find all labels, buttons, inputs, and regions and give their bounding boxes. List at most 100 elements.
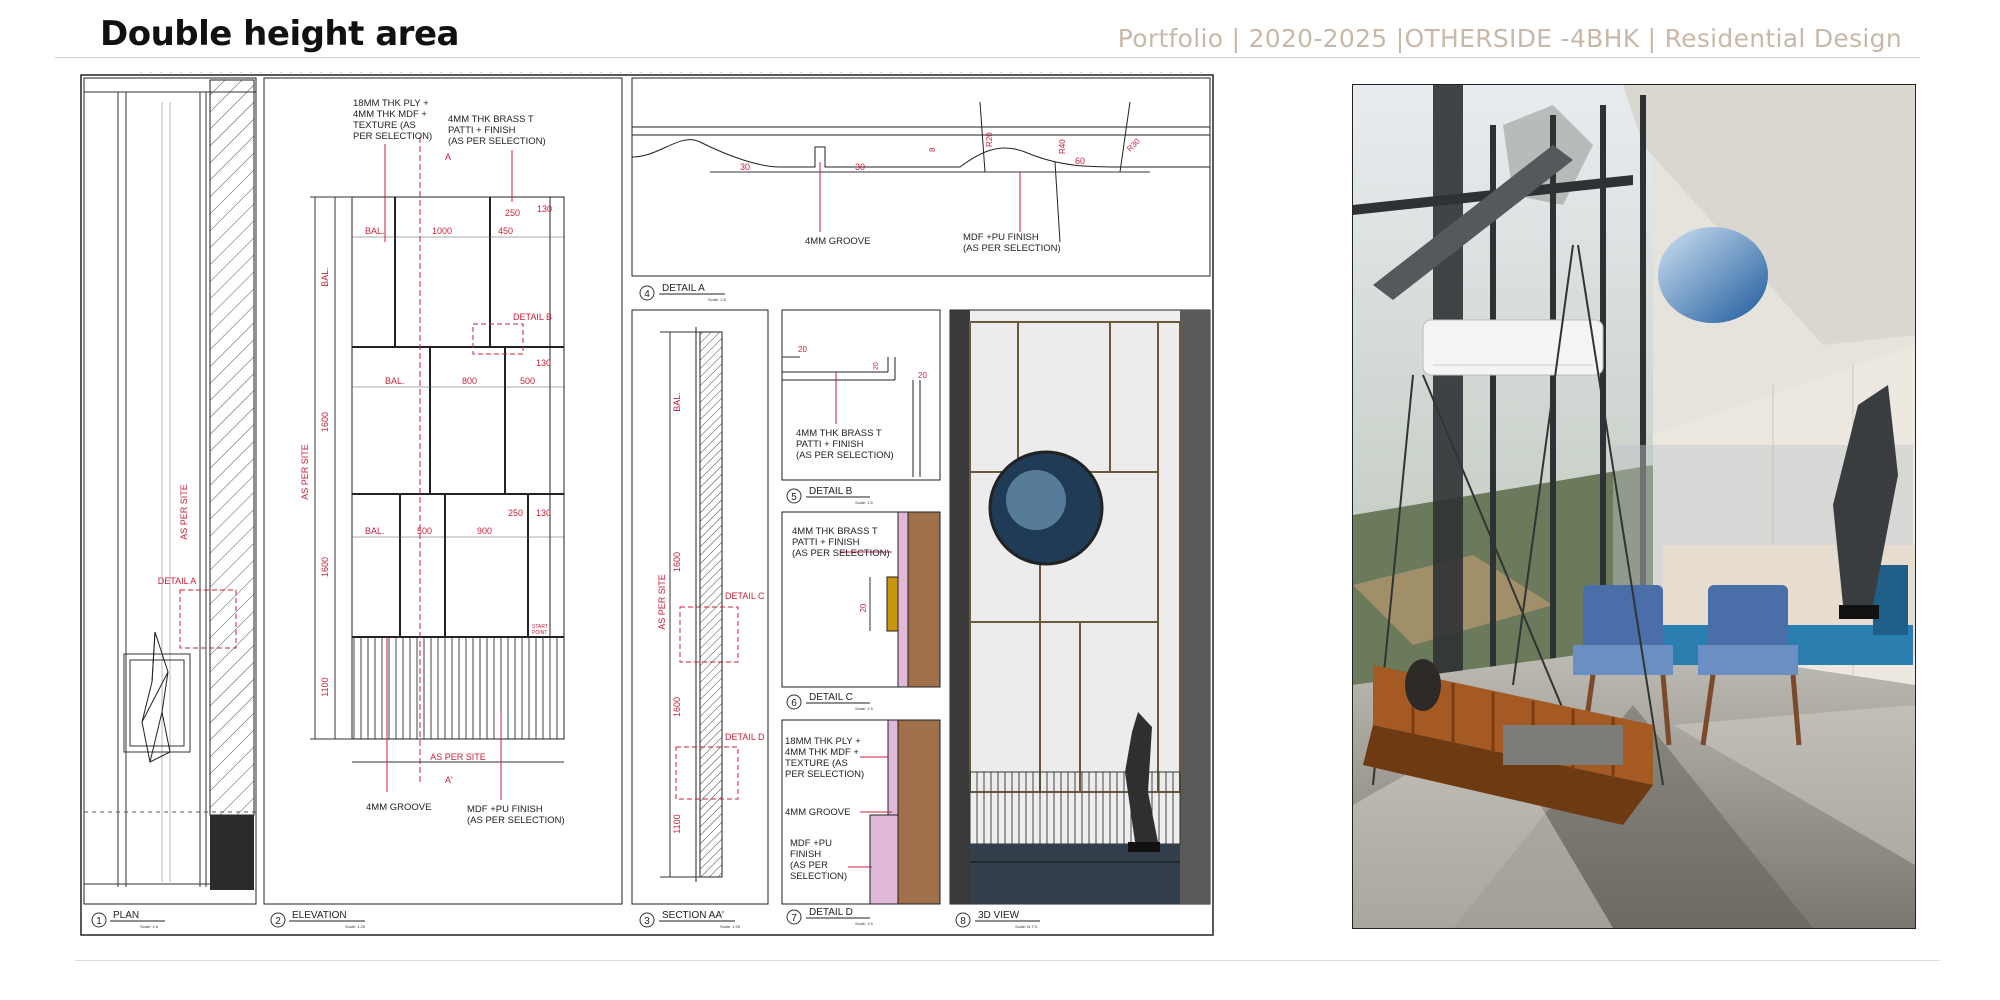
elevation-section-a2: A' xyxy=(445,775,453,785)
elev-dim-mid-0: BAL. xyxy=(385,376,405,386)
detail-d-groove: 4MM GROOVE xyxy=(785,807,850,818)
elev-dim-low-0: BAL. xyxy=(365,526,385,536)
page-subtitle: Portfolio | 2020-2025 |OTHERSIDE -4BHK |… xyxy=(1117,24,1902,53)
detail-a-number: 4 xyxy=(644,289,650,300)
section-height-2: 1600 xyxy=(672,697,682,717)
detail-d-mdf-1: MDF +PU xyxy=(790,838,832,849)
elev-dim-mid-1: 800 xyxy=(462,376,477,386)
detail-c-note-3: (AS PER SELECTION) xyxy=(792,548,890,559)
elevation-ply-note-2: 4MM THK MDF + xyxy=(353,109,427,120)
section-as-per-site: AS PER SITE xyxy=(657,574,667,630)
section-height-0: BAL. xyxy=(672,392,682,412)
detail-b-dim-0: 20 xyxy=(798,345,807,354)
detail-b-note-2: PATTI + FINISH xyxy=(796,439,864,450)
elev-height-1: 1600 xyxy=(320,412,330,432)
elev-dim-top-4: 130 xyxy=(537,204,552,214)
elevation-title: ELEVATION xyxy=(292,910,347,921)
section-height-1: 1600 xyxy=(672,552,682,572)
detail-d-ply-3: TEXTURE (AS xyxy=(785,758,848,769)
elevation-ply-note-4: PER SELECTION) xyxy=(353,131,432,142)
section-drawing: BAL. 1600 1600 1100 AS PER SITE DETAIL C… xyxy=(631,309,769,929)
detail-d-mdf-2: FINISH xyxy=(790,849,821,860)
top-divider xyxy=(55,57,1920,58)
section-number: 3 xyxy=(644,916,650,927)
detail-b-scale: Scale: 1:5 xyxy=(855,500,874,505)
elev-detail-b-label: DETAIL B xyxy=(513,312,552,322)
elev-height-3: 1100 xyxy=(320,677,330,696)
detail-a-dim-0: 30 xyxy=(740,162,750,172)
elev-dim-mid-3: 130 xyxy=(536,358,551,368)
page-title: Double height area xyxy=(100,14,459,54)
section-scale: Scale: 1:25 xyxy=(720,924,741,929)
plan-title: PLAN xyxy=(113,910,139,921)
elevation-scale: Scale: 1:25 xyxy=(345,924,366,929)
detail-b-note-3: (AS PER SELECTION) xyxy=(796,450,894,461)
elevation-brass-note-3: (AS PER SELECTION) xyxy=(448,136,546,147)
detail-a-dim-4: R40 xyxy=(1058,139,1067,154)
elev-dim-top-1: 1000 xyxy=(432,226,452,236)
elev-dim-top-2: 450 xyxy=(498,226,513,236)
elev-dim-low-3: 250 xyxy=(508,508,523,518)
3d-view-title: 3D VIEW xyxy=(978,910,1020,921)
plan-scale: Scale: 1:8 xyxy=(140,924,159,929)
detail-c-title: DETAIL C xyxy=(809,692,853,703)
plan-as-per-site: AS PER SITE xyxy=(179,484,189,540)
detail-d-drawing: 18MM THK PLY + 4MM THK MDF + TEXTURE (AS… xyxy=(781,719,941,926)
elev-groove-note: 4MM GROOVE xyxy=(366,802,431,813)
detail-c-number: 6 xyxy=(791,698,797,709)
elev-dim-top-0: BAL. xyxy=(365,226,385,236)
detail-a-drawing: 30 30 8 R20 R40 60 R30 4MM GROOVE MDF +P… xyxy=(631,77,1211,302)
elev-start-point-2: POINT xyxy=(532,630,547,636)
detail-a-groove: 4MM GROOVE xyxy=(805,236,870,247)
plan-detail-a-label: DETAIL A xyxy=(158,576,197,586)
detail-a-dim-2: 8 xyxy=(928,147,937,152)
detail-d-mdf-3: (AS PER xyxy=(790,860,828,871)
elevation-ply-note-1: 18MM THK PLY + xyxy=(353,98,429,109)
detail-a-dim-3: R20 xyxy=(985,132,994,147)
section-detail-c: DETAIL C xyxy=(725,591,765,601)
elevation-section-a: A xyxy=(445,152,451,162)
elev-dim-low-2: 900 xyxy=(477,526,492,536)
detail-c-note-1: 4MM THK BRASS T xyxy=(792,526,878,537)
elev-dim-low-1: 500 xyxy=(417,526,432,536)
elev-as-per-site-vertical: AS PER SITE xyxy=(300,444,310,500)
elev-as-per-site-horizontal: AS PER SITE xyxy=(430,752,486,762)
plan-drawing: AS PER SITE DETAIL A 1 PLAN Scale: 1:8 xyxy=(83,77,257,929)
3d-view-scale: Scale: N.T.S. xyxy=(1015,924,1038,929)
elev-height-0: BAL. xyxy=(320,267,330,287)
detail-a-scale: Scale: 1:5 xyxy=(708,297,727,302)
detail-a-mdf-1: MDF +PU FINISH xyxy=(963,232,1039,243)
drawing-sheet: AS PER SITE DETAIL A 1 PLAN Scale: 1:8 1… xyxy=(80,71,1215,937)
detail-a-mdf-2: (AS PER SELECTION) xyxy=(963,243,1061,254)
section-height-3: 1100 xyxy=(672,814,682,833)
elev-height-2: 1600 xyxy=(320,557,330,577)
elevation-brass-note-1: 4MM THK BRASS T xyxy=(448,114,534,125)
section-title: SECTION AA' xyxy=(662,910,724,921)
detail-b-note-1: 4MM THK BRASS T xyxy=(796,428,882,439)
elevation-brass-note-2: PATTI + FINISH xyxy=(448,125,516,136)
detail-a-title: DETAIL A xyxy=(662,283,705,294)
detail-d-ply-1: 18MM THK PLY + xyxy=(785,736,861,747)
detail-c-note-2: PATTI + FINISH xyxy=(792,537,860,548)
detail-d-title: DETAIL D xyxy=(809,907,853,918)
detail-c-drawing: 20 4MM THK BRASS T PATTI + FINISH (AS PE… xyxy=(781,511,941,711)
elev-dim-low-4: 130 xyxy=(536,508,551,518)
plan-number: 1 xyxy=(96,916,102,927)
detail-d-scale: Scale: 1:5 xyxy=(855,921,874,926)
detail-b-title: DETAIL B xyxy=(809,486,853,497)
elevation-ply-note-3: TEXTURE (AS xyxy=(353,120,416,131)
detail-d-mdf-4: SELECTION) xyxy=(790,871,847,882)
detail-b-dim-1: 20 xyxy=(873,362,880,370)
3d-view-number: 8 xyxy=(960,916,966,927)
detail-b-drawing: 20 20 20 4MM THK BRASS T PATTI + FINISH … xyxy=(781,309,941,505)
detail-a-dim-6: R30 xyxy=(1125,136,1142,153)
detail-d-ply-4: PER SELECTION) xyxy=(785,769,864,780)
elev-mdf-note-2: (AS PER SELECTION) xyxy=(467,815,565,826)
3d-view-drawing: 8 3D VIEW Scale: N.T.S. xyxy=(949,309,1211,929)
detail-c-dim: 20 xyxy=(859,603,868,612)
elev-dim-top-3: 250 xyxy=(505,208,520,218)
detail-d-ply-2: 4MM THK MDF + xyxy=(785,747,859,758)
elevation-number: 2 xyxy=(275,916,281,927)
interior-photo xyxy=(1352,84,1916,929)
detail-d-number: 7 xyxy=(791,913,797,924)
